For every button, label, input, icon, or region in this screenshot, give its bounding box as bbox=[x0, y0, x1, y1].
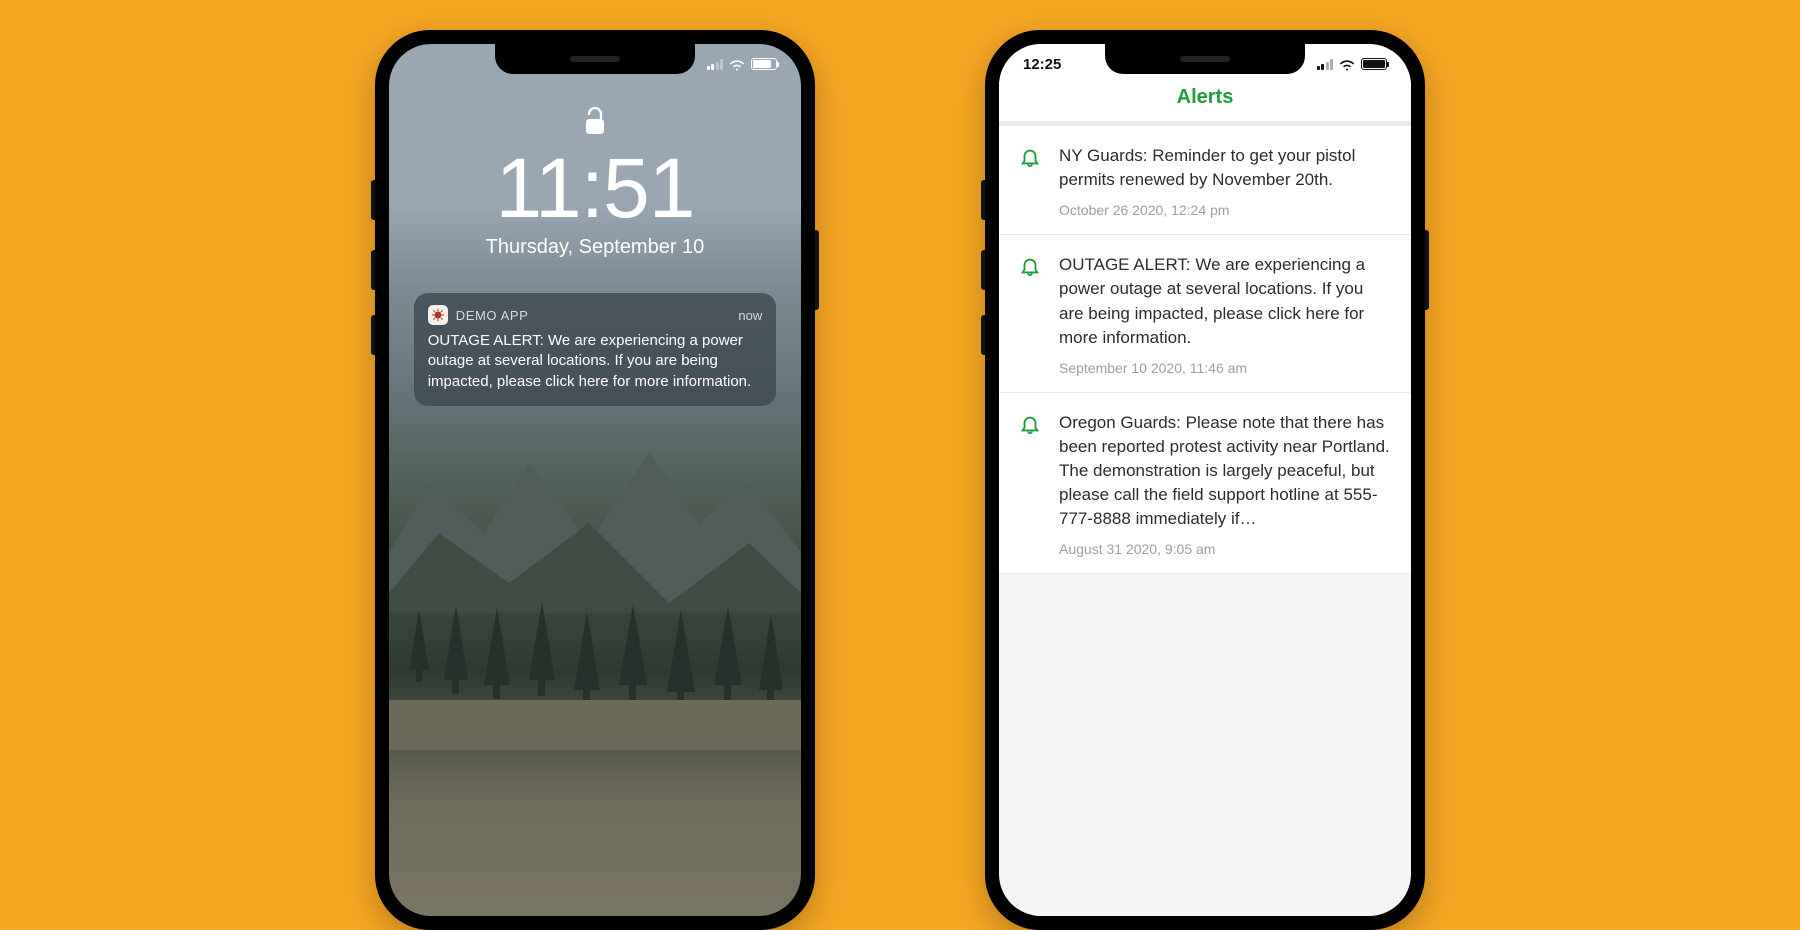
alert-item[interactable]: Oregon Guards: Please note that there ha… bbox=[999, 393, 1411, 575]
lock-screen[interactable]: 11:51 Thursday, September 10 DEMO APP no… bbox=[389, 44, 801, 916]
unlock-icon bbox=[583, 106, 607, 138]
device-notch bbox=[495, 44, 695, 74]
cellular-signal-icon bbox=[707, 59, 724, 70]
status-time: 12:25 bbox=[1023, 56, 1061, 73]
bell-icon bbox=[1019, 413, 1043, 558]
wallpaper-trees bbox=[389, 550, 801, 750]
lock-time: 11:51 bbox=[496, 146, 695, 230]
alerts-title: Alerts bbox=[999, 86, 1411, 109]
notification-app-name: DEMO APP bbox=[456, 308, 529, 323]
wifi-icon bbox=[729, 58, 745, 70]
bell-icon bbox=[1019, 255, 1043, 376]
alert-timestamp: October 26 2020, 12:24 pm bbox=[1059, 202, 1391, 218]
wallpaper-mountains bbox=[389, 393, 801, 613]
push-notification[interactable]: DEMO APP now OUTAGE ALERT: We are experi… bbox=[414, 293, 777, 406]
alert-item[interactable]: NY Guards: Reminder to get your pistol p… bbox=[999, 126, 1411, 235]
device-notch bbox=[1105, 44, 1305, 74]
wifi-icon bbox=[1339, 58, 1355, 70]
notification-time: now bbox=[738, 308, 762, 323]
alert-text: Oregon Guards: Please note that there ha… bbox=[1059, 411, 1391, 532]
alert-list[interactable]: NY Guards: Reminder to get your pistol p… bbox=[999, 126, 1411, 574]
app-icon bbox=[428, 305, 448, 325]
alert-text: OUTAGE ALERT: We are experiencing a powe… bbox=[1059, 253, 1391, 350]
alert-timestamp: August 31 2020, 9:05 am bbox=[1059, 541, 1391, 557]
cellular-signal-icon bbox=[1317, 59, 1334, 70]
bell-icon bbox=[1019, 146, 1043, 218]
notification-body: OUTAGE ALERT: We are experiencing a powe… bbox=[428, 331, 763, 392]
alert-timestamp: September 10 2020, 11:46 am bbox=[1059, 360, 1391, 376]
battery-icon bbox=[751, 58, 777, 70]
alert-item[interactable]: OUTAGE ALERT: We are experiencing a powe… bbox=[999, 235, 1411, 393]
lock-date: Thursday, September 10 bbox=[486, 236, 705, 259]
battery-icon bbox=[1361, 58, 1387, 70]
phone-alerts-app: 12:25 Alerts NY Guards: bbox=[985, 30, 1425, 930]
alert-text: NY Guards: Reminder to get your pistol p… bbox=[1059, 144, 1391, 192]
alerts-screen: Alerts NY Guards: Reminder to get your p… bbox=[999, 44, 1411, 916]
phone-lockscreen: 11:51 Thursday, September 10 DEMO APP no… bbox=[375, 30, 815, 930]
